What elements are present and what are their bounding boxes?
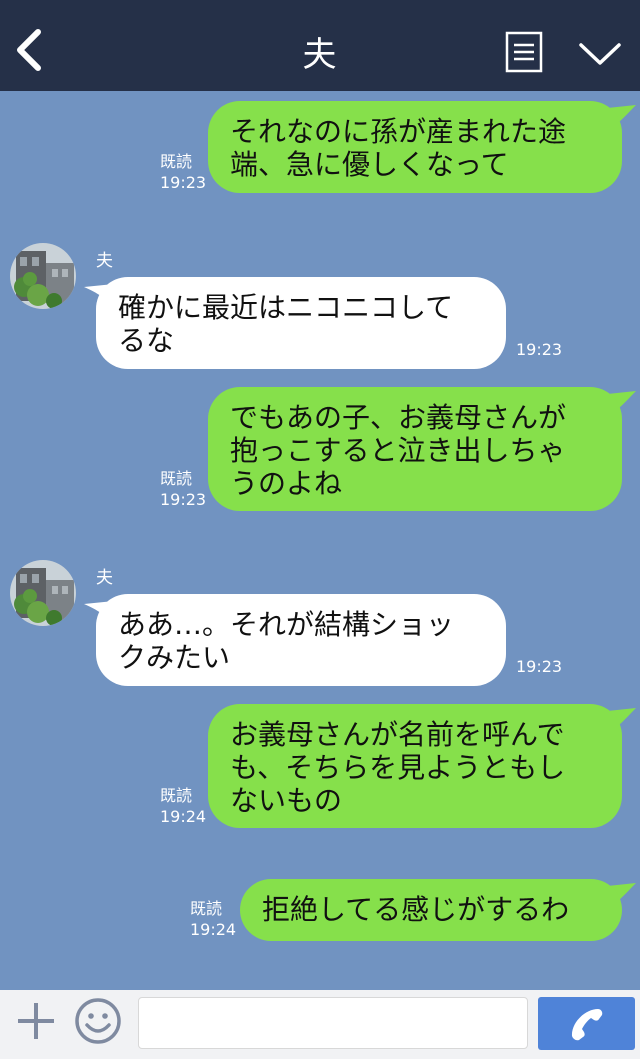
message-time: 19:23	[516, 340, 563, 359]
message-input-bar	[0, 990, 640, 1059]
read-receipt: 既読 19:24	[160, 785, 206, 827]
chevron-down-icon[interactable]	[578, 38, 622, 68]
sender-name: 夫	[96, 568, 113, 588]
message-bubble[interactable]: ああ…。それが結構ショッ クみたい	[96, 594, 506, 686]
avatar[interactable]	[10, 243, 76, 309]
chat-messages-area[interactable]: 既読 19:23 それなのに孫が産まれた途 端、急に優しくなって 夫 確かに最近…	[0, 91, 640, 990]
call-button[interactable]	[538, 997, 635, 1050]
plus-icon[interactable]	[14, 999, 58, 1043]
menu-list-icon[interactable]	[505, 31, 543, 73]
message-time: 19:23	[160, 173, 207, 192]
message-bubble[interactable]: お義母さんが名前を呼んで も、そちらを見ようともし ないもの	[208, 704, 622, 828]
sender-name: 夫	[96, 251, 113, 271]
chat-header: 夫	[0, 0, 640, 91]
message-bubble[interactable]: 拒絶してる感じがするわ	[240, 879, 622, 941]
message-bubble[interactable]: 確かに最近はニコニコして るな	[96, 277, 506, 369]
message-bubble[interactable]: でもあの子、お義母さんが 抱っこすると泣き出しちゃ うのよね	[208, 387, 622, 511]
message-time: 19:24	[160, 807, 207, 826]
read-label: 既読	[160, 469, 193, 488]
read-receipt: 既読 19:24	[190, 898, 236, 940]
read-label: 既読	[160, 786, 193, 805]
message-time: 19:23	[160, 490, 207, 509]
emoji-smile-icon[interactable]	[74, 997, 122, 1045]
read-receipt: 既読 19:23	[160, 468, 206, 510]
read-receipt: 既読 19:23	[160, 151, 206, 193]
read-label: 既読	[160, 152, 193, 171]
avatar[interactable]	[10, 560, 76, 626]
read-label: 既読	[190, 899, 223, 918]
message-time: 19:24	[190, 920, 237, 939]
message-time: 19:23	[516, 657, 563, 676]
message-text-input[interactable]	[138, 997, 528, 1049]
phone-icon	[571, 1009, 603, 1041]
chat-title: 夫	[302, 35, 338, 75]
message-bubble[interactable]: それなのに孫が産まれた途 端、急に優しくなって	[208, 101, 622, 193]
